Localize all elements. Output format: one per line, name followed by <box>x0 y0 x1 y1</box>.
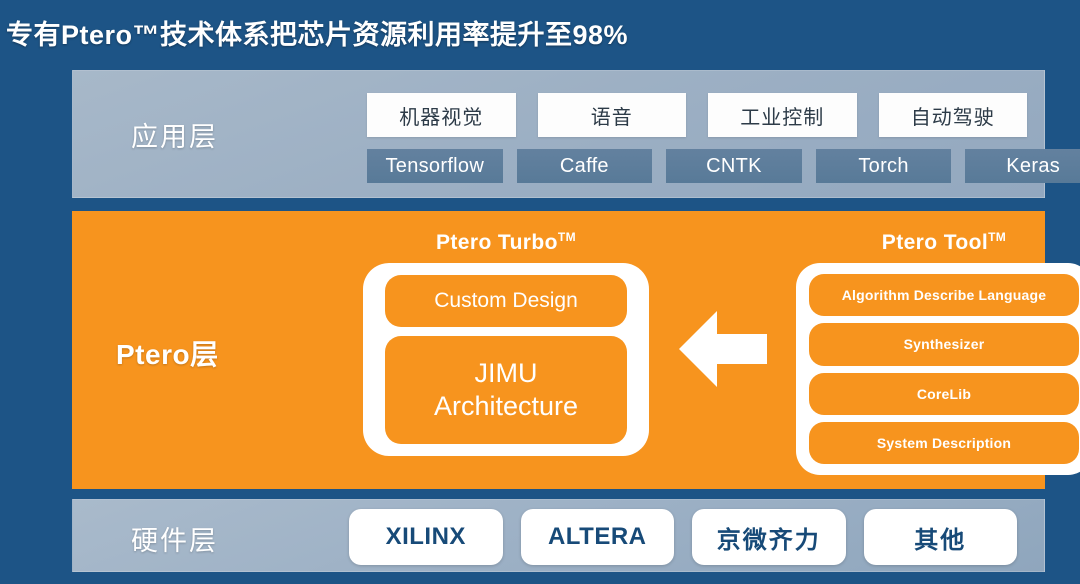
ptero-tool-item[interactable]: System Description <box>809 421 1079 464</box>
hardware-vendor-box[interactable]: XILINX <box>349 509 503 565</box>
ptero-layer-label: Ptero层 <box>116 339 219 370</box>
framework-box-row: Tensorflow Caffe CNTK Torch Keras <box>367 149 1080 183</box>
application-box[interactable]: 工业控制 <box>708 93 857 137</box>
page-title: 专有Ptero™技术体系把芯片资源利用率提升至98% <box>6 19 629 50</box>
framework-box[interactable]: Caffe <box>516 149 653 183</box>
ptero-tool-heading: Ptero ToolTM <box>796 230 1080 255</box>
arrow-left-icon <box>679 311 767 387</box>
ptero-turbo-item[interactable]: Custom Design <box>385 275 627 327</box>
hardware-vendor-box[interactable]: 其他 <box>863 509 1017 565</box>
ptero-tool-heading-text: Ptero Tool <box>881 231 989 254</box>
framework-box[interactable]: Tensorflow <box>367 149 503 183</box>
hardware-vendor-box[interactable]: ALTERA <box>520 509 674 565</box>
ptero-turbo-heading-text: Ptero Turbo <box>436 231 558 254</box>
ptero-layer-panel: Ptero层 Ptero TurboTM Custom Design JIMU … <box>72 211 1080 489</box>
application-box[interactable]: 自动驾驶 <box>878 93 1027 137</box>
framework-box[interactable]: Keras <box>965 149 1080 183</box>
application-box[interactable]: 机器视觉 <box>367 93 516 137</box>
hardware-layer-panel: 硬件层 XILINX ALTERA 京微齐力 其他 <box>72 499 1045 572</box>
ptero-tool-item[interactable]: Algorithm Describe Language <box>809 274 1079 317</box>
application-layer-label: 应用层 <box>131 122 218 152</box>
application-layer-panel: 应用层 机器视觉 语音 工业控制 自动驾驶 Tensorflow Caffe C… <box>72 70 1080 198</box>
trademark-mark: TM <box>557 230 576 244</box>
ptero-tool-item[interactable]: Synthesizer <box>809 323 1079 366</box>
trademark-mark: TM <box>988 230 1007 244</box>
hardware-vendor-row: XILINX ALTERA 京微齐力 其他 <box>349 509 1017 565</box>
framework-box[interactable]: Torch <box>815 149 952 183</box>
application-box[interactable]: 语音 <box>537 93 686 137</box>
ptero-turbo-heading: Ptero TurboTM <box>363 230 649 255</box>
ptero-turbo-item[interactable]: JIMU Architecture <box>385 336 627 444</box>
framework-box[interactable]: CNTK <box>666 149 802 183</box>
hardware-vendor-box[interactable]: 京微齐力 <box>692 509 846 565</box>
ptero-tool-card: Algorithm Describe Language Synthesizer … <box>796 263 1080 475</box>
hardware-layer-label: 硬件层 <box>131 526 218 556</box>
ptero-tool-item[interactable]: CoreLib <box>809 372 1079 415</box>
application-box-row: 机器视觉 语音 工业控制 自动驾驶 <box>367 93 1027 137</box>
ptero-turbo-card: Custom Design JIMU Architecture <box>363 263 649 456</box>
slide-canvas: 专有Ptero™技术体系把芯片资源利用率提升至98% 应用层 机器视觉 语音 工… <box>0 0 1080 584</box>
